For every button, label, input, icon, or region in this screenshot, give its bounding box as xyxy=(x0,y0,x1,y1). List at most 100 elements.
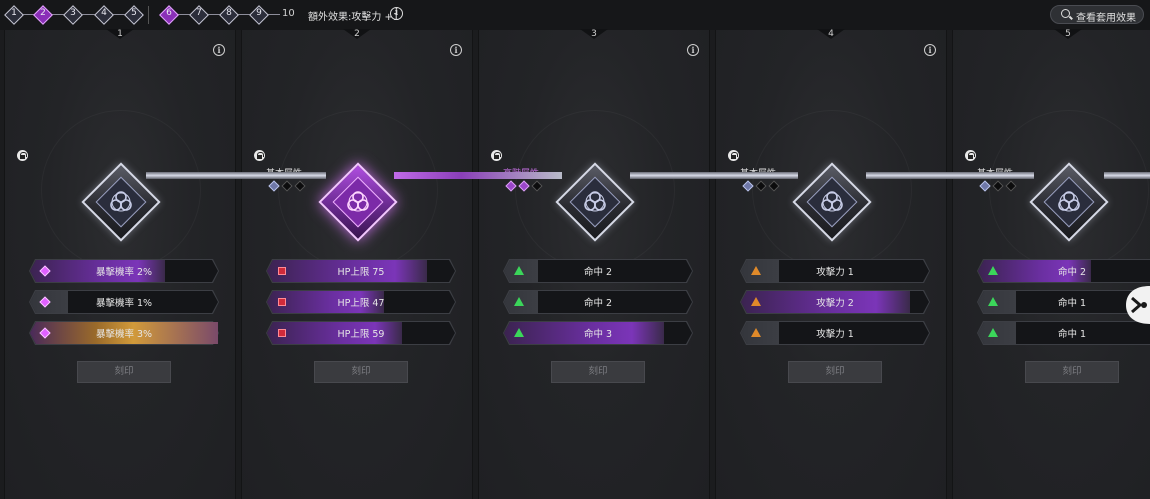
engrave-button[interactable]: 刻印 xyxy=(551,361,645,383)
stat-label: 攻擊力 1 xyxy=(816,267,854,278)
engraving-slot-5: 5i基本屬性命中 2命中 1命中 1刻印 xyxy=(952,29,1150,499)
square-icon xyxy=(278,267,286,275)
link-beam-segment xyxy=(394,172,562,179)
stat-row[interactable]: HP上限 75 xyxy=(266,259,456,283)
attribute-tier-pips xyxy=(505,180,547,192)
engrave-button[interactable]: 刻印 xyxy=(314,361,408,383)
step-marker-4[interactable]: 4 xyxy=(93,4,115,26)
scroll-handle-icon[interactable] xyxy=(1122,284,1150,326)
stat-row[interactable]: 暴擊機率 3% xyxy=(29,321,219,345)
stat-label: HP上限 59 xyxy=(337,329,385,340)
step-number: 8 xyxy=(226,8,232,18)
attribute-tier-pips xyxy=(742,180,784,192)
square-icon xyxy=(278,329,286,337)
celtic-knot-icon xyxy=(821,191,843,212)
slot-number: 5 xyxy=(1065,29,1071,39)
stat-row[interactable]: 命中 2 xyxy=(503,259,693,283)
stat-label: 命中 2 xyxy=(583,298,613,309)
celtic-knot-icon xyxy=(110,191,132,212)
step-marker-9[interactable]: 9 xyxy=(248,4,270,26)
rune-emblem[interactable] xyxy=(555,162,635,242)
engrave-button[interactable]: 刻印 xyxy=(788,361,882,383)
step-marker-5[interactable]: 5 xyxy=(123,4,145,26)
stat-row[interactable]: 暴擊機率 1% xyxy=(29,290,219,314)
lock-icon[interactable] xyxy=(965,150,976,161)
attribute-tier-pips xyxy=(979,180,1021,192)
stat-row[interactable]: HP上限 47 xyxy=(266,290,456,314)
stat-row[interactable]: 命中 3 xyxy=(503,321,693,345)
slot-info-icon[interactable]: i xyxy=(213,44,225,56)
stat-row[interactable]: 命中 2 xyxy=(977,259,1150,283)
celtic-knot-icon xyxy=(584,191,606,212)
slot-number-tab: 3 xyxy=(580,29,608,41)
step-marker-8[interactable]: 8 xyxy=(218,4,240,26)
celtic-knot-icon xyxy=(1058,191,1080,212)
attribute-tier-pips xyxy=(268,180,310,192)
stat-row[interactable]: 攻擊力 2 xyxy=(740,290,930,314)
link-beam-segment xyxy=(146,172,326,179)
stat-label: HP上限 47 xyxy=(337,298,385,309)
tier-pip-icon xyxy=(755,180,767,192)
stat-row[interactable]: 命中 2 xyxy=(503,290,693,314)
slot-info-icon[interactable]: i xyxy=(924,44,936,56)
stat-row[interactable]: 暴擊機率 2% xyxy=(29,259,219,283)
tier-pip-icon xyxy=(268,180,280,192)
engrave-button[interactable]: 刻印 xyxy=(77,361,171,383)
step-marker-2[interactable]: 2 xyxy=(32,4,54,26)
view-applied-effects-button[interactable]: 查看套用效果 xyxy=(1050,5,1144,24)
step-number: 5 xyxy=(131,8,137,18)
rune-emblem[interactable] xyxy=(792,162,872,242)
step-marker-6[interactable]: 6 xyxy=(158,4,180,26)
stat-label: 暴擊機率 3% xyxy=(95,329,153,340)
bonus-info-icon[interactable]: i xyxy=(390,7,403,20)
tier-pip-icon xyxy=(294,180,306,192)
rune-emblem[interactable] xyxy=(318,162,398,242)
stat-row[interactable]: HP上限 59 xyxy=(266,321,456,345)
slot-number-tab: 2 xyxy=(343,29,371,41)
tier-pip-icon xyxy=(992,180,1004,192)
step-number: 3 xyxy=(70,8,76,18)
slot-number-tab: 4 xyxy=(817,29,845,41)
slot-info-icon[interactable]: i xyxy=(450,44,462,56)
step-marker-7[interactable]: 7 xyxy=(188,4,210,26)
step-number: 2 xyxy=(40,8,46,18)
stat-label: 命中 1 xyxy=(1057,329,1087,340)
step-number: 1 xyxy=(11,8,17,18)
square-icon xyxy=(278,298,286,306)
tier-pip-icon xyxy=(505,180,517,192)
lock-icon[interactable] xyxy=(254,150,265,161)
bonus-effect-text: 額外效果:攻擊力 +1 xyxy=(308,12,400,23)
lock-icon[interactable] xyxy=(491,150,502,161)
stat-label: 攻擊力 2 xyxy=(816,298,854,309)
tier-pip-icon xyxy=(518,180,530,192)
slot-number: 2 xyxy=(354,29,360,39)
engraving-slot-4: 4i基本屬性攻擊力 1攻擊力 2攻擊力 1刻印 xyxy=(715,29,947,499)
rune-emblem[interactable] xyxy=(1029,162,1109,242)
step-number: 7 xyxy=(196,8,202,18)
lock-icon[interactable] xyxy=(17,150,28,161)
lock-icon[interactable] xyxy=(728,150,739,161)
slot-info-icon[interactable]: i xyxy=(687,44,699,56)
stat-row[interactable]: 攻擊力 1 xyxy=(740,259,930,283)
link-beam-segment xyxy=(630,172,798,179)
stat-label: 攻擊力 1 xyxy=(816,329,854,340)
step-separator xyxy=(148,6,149,24)
slot-number-tab: 1 xyxy=(106,29,134,41)
tier-pip-icon xyxy=(531,180,543,192)
stat-label: 暴擊機率 1% xyxy=(95,298,153,309)
tier-pip-icon xyxy=(281,180,293,192)
final-step-number: 10 xyxy=(282,8,295,19)
stat-label: HP上限 75 xyxy=(337,267,385,278)
step-marker-1[interactable]: 1 xyxy=(3,4,25,26)
engrave-button[interactable]: 刻印 xyxy=(1025,361,1119,383)
slot-number-tab: 5 xyxy=(1054,29,1082,41)
slot-number: 1 xyxy=(117,29,123,39)
engraving-slot-3: 3i高階屬性命中 2命中 2命中 3刻印 xyxy=(478,29,710,499)
step-marker-3[interactable]: 3 xyxy=(62,4,84,26)
link-beam-segment xyxy=(866,172,1034,179)
stat-label: 命中 2 xyxy=(1057,267,1087,278)
stat-row[interactable]: 攻擊力 1 xyxy=(740,321,930,345)
stat-label: 暴擊機率 2% xyxy=(95,267,153,278)
stat-label: 命中 3 xyxy=(583,329,613,340)
step-number: 9 xyxy=(256,8,262,18)
